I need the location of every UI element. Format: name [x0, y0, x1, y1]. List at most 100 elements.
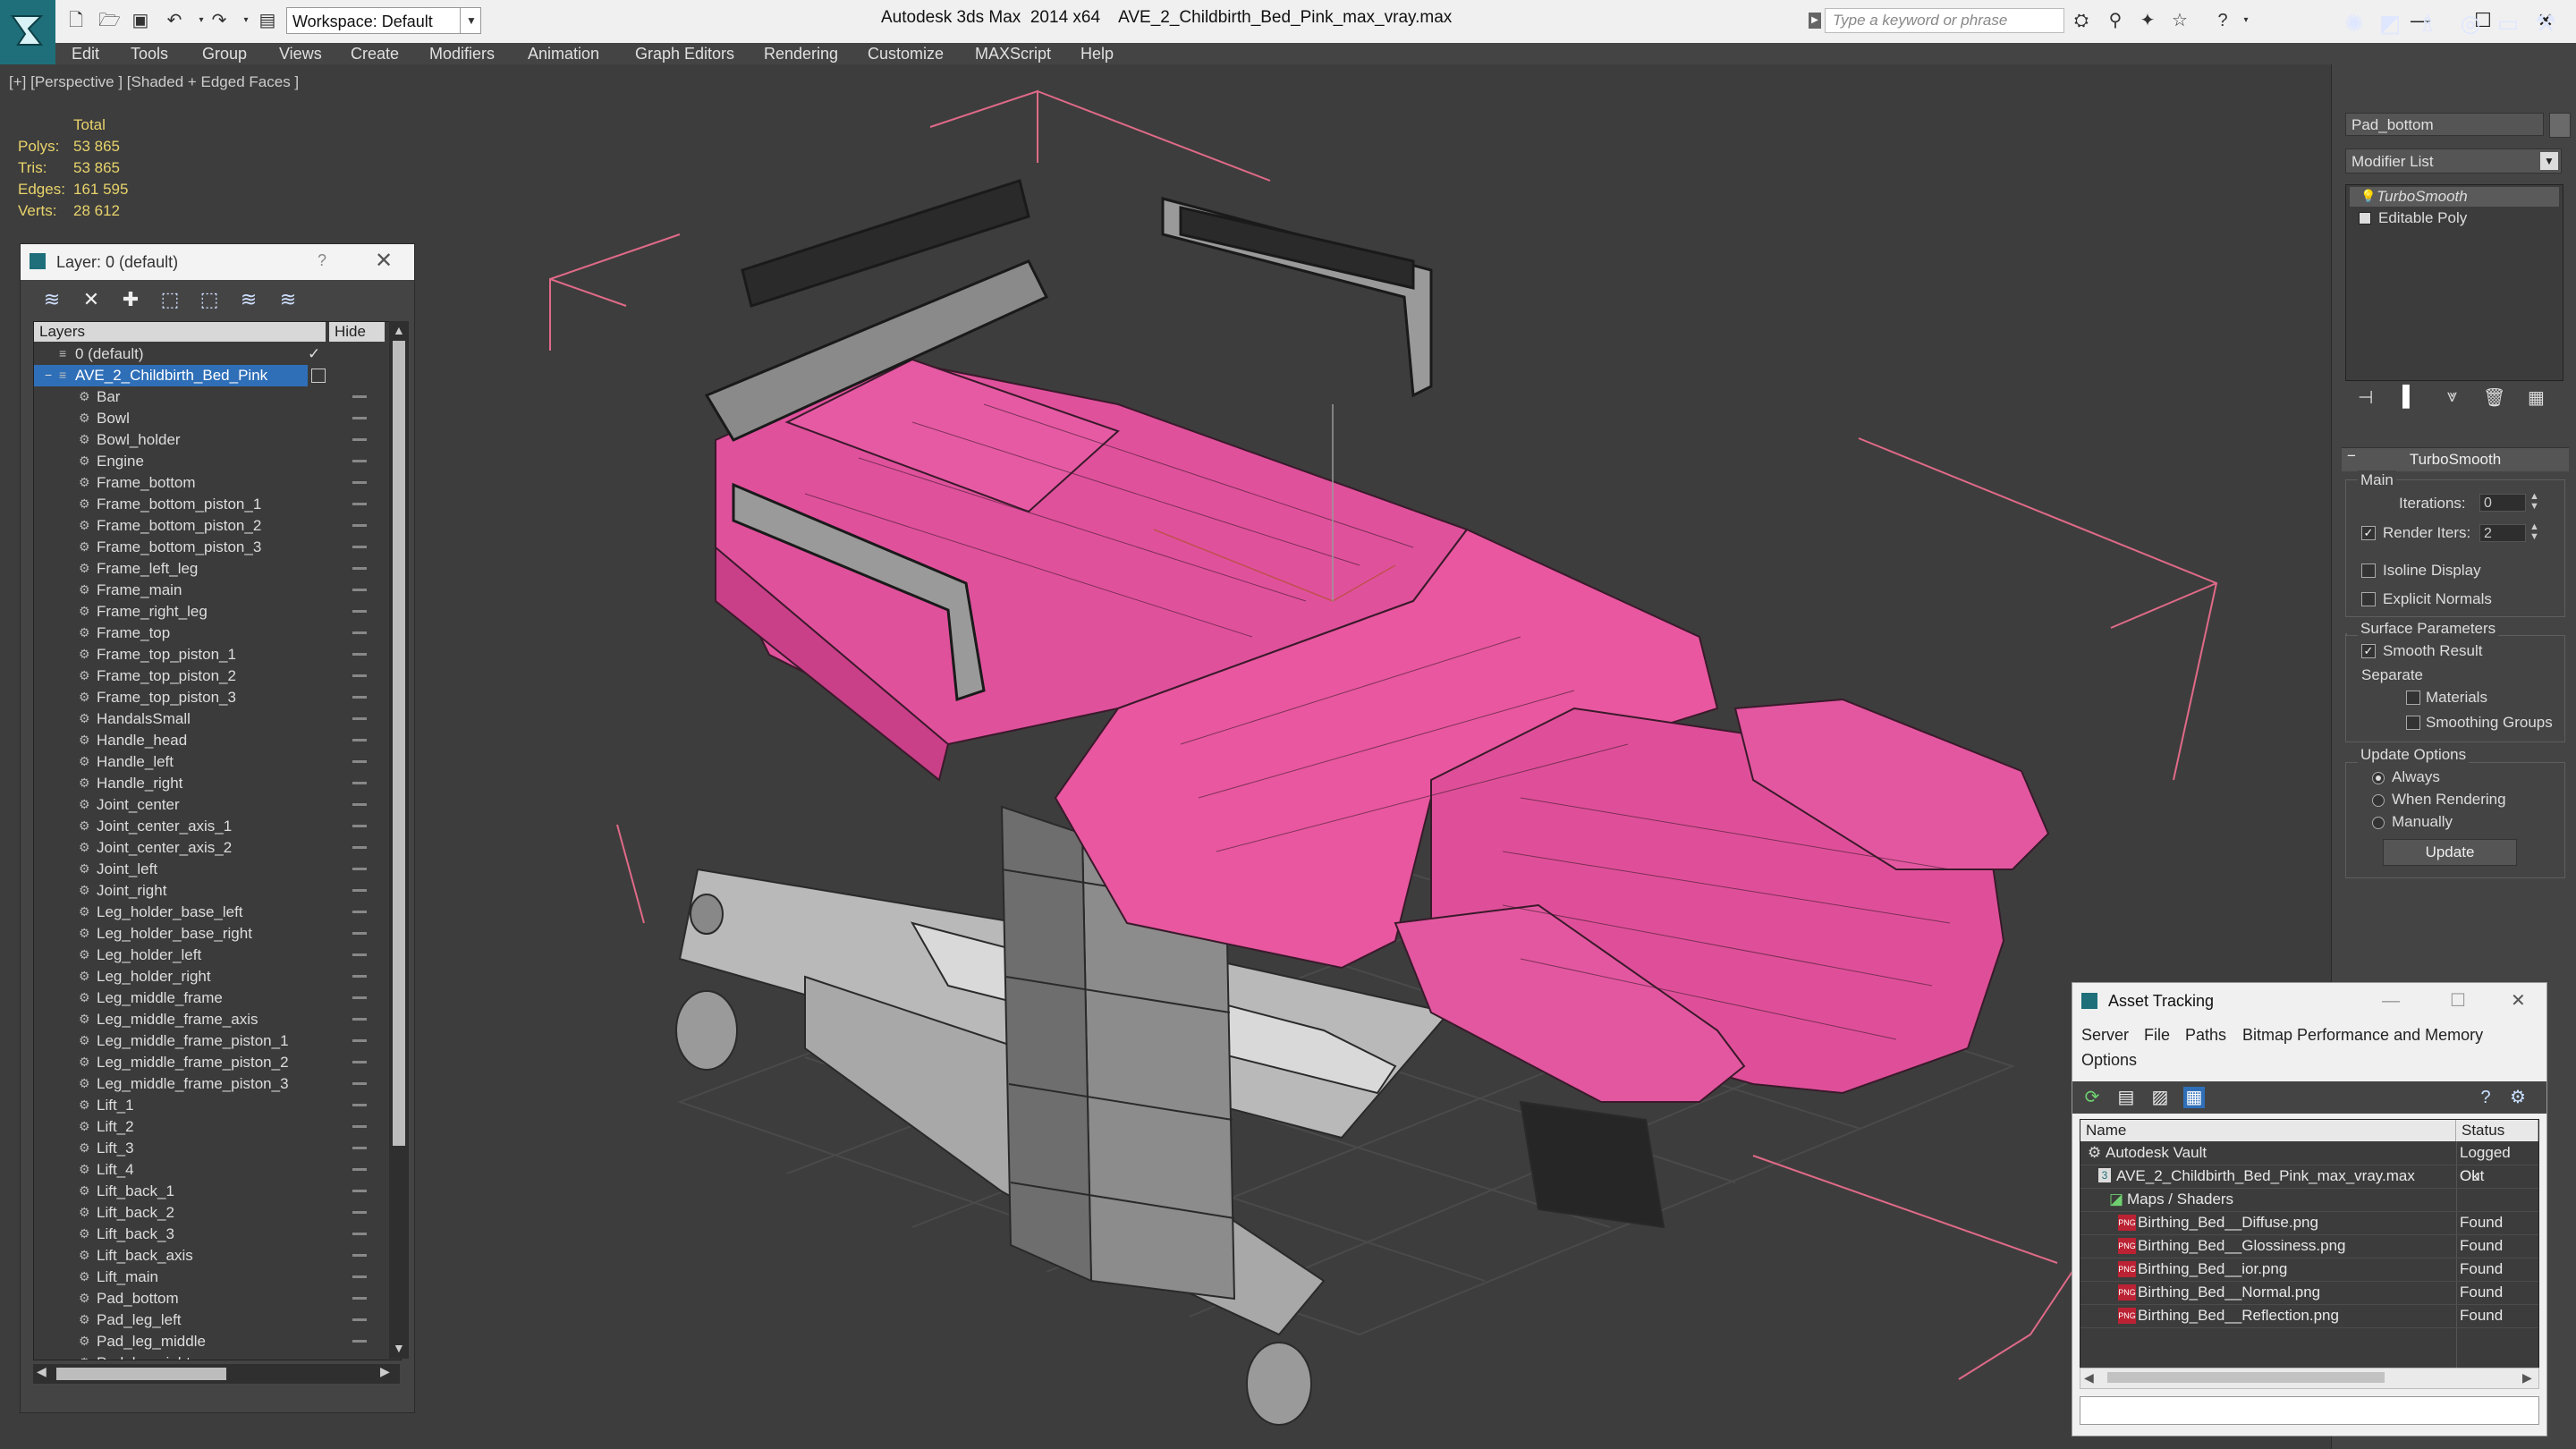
motion-tab-icon[interactable]: ◎	[2454, 9, 2487, 38]
hide-toggle[interactable]	[352, 1168, 367, 1171]
menu-server[interactable]: Server	[2081, 1026, 2129, 1045]
scrollbar-thumb[interactable]	[393, 341, 405, 1146]
hide-toggle[interactable]	[352, 953, 367, 956]
redo-dropdown-icon[interactable]: ▾	[236, 11, 256, 30]
minimize-button[interactable]: —	[2382, 983, 2400, 1019]
workspace-dropdown[interactable]: Workspace: Default	[286, 7, 481, 34]
layer-object-row[interactable]: ⚙ Lift_back_1	[34, 1181, 367, 1202]
hide-toggle[interactable]	[352, 760, 367, 763]
layer-object-row[interactable]: ⚙ Leg_middle_frame	[34, 987, 367, 1009]
layer-object-row[interactable]: ⚙ Engine	[34, 451, 367, 472]
layer-object-row[interactable]: ⚙ Leg_middle_frame_piston_1	[34, 1030, 367, 1052]
object-name-field[interactable]: Pad_bottom	[2345, 113, 2544, 136]
menu-views[interactable]: Views	[279, 45, 322, 64]
menu-bitmap-performance[interactable]: Bitmap Performance and Memory	[2242, 1026, 2483, 1045]
settings-icon[interactable]: ⚙	[2507, 1087, 2529, 1108]
layer-row-active[interactable]: − ≡ AVE_2_Childbirth_Bed_Pink	[34, 365, 308, 386]
spinner-arrows-icon[interactable]: ▲ ▼	[2529, 492, 2539, 512]
binoculars-icon[interactable]: ⛭	[2072, 11, 2091, 30]
help-icon[interactable]: ?	[2213, 11, 2233, 30]
layer-object-row[interactable]: ⚙ Joint_center	[34, 794, 367, 816]
hide-toggle[interactable]	[352, 546, 367, 548]
thumbnail-view-icon[interactable]: ▨	[2149, 1087, 2171, 1108]
communication-center-icon[interactable]: ✦	[2138, 11, 2157, 30]
asset-row[interactable]: PNG Birthing_Bed__Diffuse.png Found	[2080, 1211, 2538, 1235]
layer-object-row[interactable]: ⚙ Joint_center_axis_1	[34, 816, 367, 837]
menu-maxscript[interactable]: MAXScript	[975, 45, 1051, 64]
layer-object-row[interactable]: ⚙ Frame_top	[34, 623, 367, 644]
layer-object-row[interactable]: ⚙ Lift_back_axis	[34, 1245, 367, 1267]
lightbulb-icon[interactable]: 💡	[2360, 189, 2376, 204]
render-iters-checkbox[interactable]: ✓	[2361, 526, 2376, 540]
rollout-collapse-icon[interactable]: −	[2347, 447, 2356, 465]
explicit-normals-checkbox[interactable]	[2361, 592, 2376, 606]
viewport-label[interactable]: [+] [Perspective ] [Shaded + Edged Faces…	[9, 73, 299, 91]
hide-toggle[interactable]	[352, 803, 367, 806]
chevron-down-icon[interactable]: ▼	[2540, 152, 2558, 170]
scroll-left-icon[interactable]: ◀	[37, 1364, 47, 1379]
menu-rendering[interactable]: Rendering	[764, 45, 838, 64]
expand-icon[interactable]	[2359, 212, 2371, 225]
remove-modifier-icon[interactable]: 🗑	[2483, 386, 2505, 409]
layer-object-row[interactable]: ⚙ HandalsSmall	[34, 708, 367, 730]
update-button[interactable]: Update	[2383, 839, 2517, 866]
modifier-stack[interactable]: TurboSmooth 💡 Editable Poly	[2345, 184, 2563, 381]
asset-row[interactable]: PNG Birthing_Bed__Reflection.png Found	[2080, 1304, 2538, 1328]
menu-group[interactable]: Group	[202, 45, 247, 64]
layer-object-row[interactable]: ⚙ Frame_bottom_piston_2	[34, 515, 367, 537]
stack-item-editable-poly[interactable]: Editable Poly	[2350, 208, 2559, 228]
modify-tab-icon[interactable]: ◩	[2374, 9, 2406, 38]
layer-object-row[interactable]: ⚙ Pad_leg_left	[34, 1309, 367, 1331]
favorites-star-icon[interactable]: ☆	[2170, 11, 2190, 30]
layer-object-row[interactable]: ⚙ Frame_top_piston_3	[34, 687, 367, 708]
layer-panel-titlebar[interactable]: Layer: 0 (default) ? ✕	[21, 244, 414, 280]
render-iters-spinner[interactable]: 2	[2479, 524, 2526, 542]
hide-toggle[interactable]	[352, 825, 367, 827]
hide-toggle[interactable]	[352, 717, 367, 720]
chevron-down-icon[interactable]: ▼	[460, 7, 482, 34]
manually-radio[interactable]	[2372, 817, 2385, 829]
hide-toggle[interactable]	[352, 674, 367, 677]
materials-checkbox[interactable]	[2406, 691, 2420, 705]
hide-toggle[interactable]	[352, 782, 367, 784]
hide-toggle[interactable]	[352, 739, 367, 741]
menu-file[interactable]: File	[2144, 1026, 2170, 1045]
asset-row[interactable]: PNG Birthing_Bed__Glossiness.png Found	[2080, 1234, 2538, 1258]
utilities-tab-icon[interactable]: ⚒	[2529, 9, 2562, 38]
layer-object-row[interactable]: ⚙ Handle_left	[34, 751, 367, 773]
layer-object-row[interactable]: ⚙ Frame_top_piston_1	[34, 644, 367, 665]
stack-item-turbosmooth[interactable]: TurboSmooth	[2350, 187, 2559, 207]
layer-object-row[interactable]: ⚙ Joint_right	[34, 880, 367, 902]
menu-customize[interactable]: Customize	[868, 45, 944, 64]
asset-table[interactable]: Name Status ⚙ Autodesk Vault Logged Out 3 AV…	[2080, 1119, 2539, 1380]
maximize-button[interactable]: ☐	[2450, 983, 2466, 1019]
configure-sets-icon[interactable]: ▦	[2528, 386, 2545, 409]
hide-toggle[interactable]	[352, 610, 367, 613]
open-file-icon[interactable]: 🗁	[98, 11, 121, 30]
hide-toggle[interactable]	[352, 653, 367, 656]
menu-edit[interactable]: Edit	[72, 45, 99, 64]
app-logo[interactable]	[0, 0, 55, 64]
hide-toggle[interactable]	[352, 503, 367, 505]
scroll-right-icon[interactable]: ▶	[380, 1364, 390, 1379]
layer-object-row[interactable]: ⚙ Joint_center_axis_2	[34, 837, 367, 859]
object-color-swatch[interactable]	[2549, 113, 2571, 138]
layer-object-row[interactable]: ⚙ Frame_bottom_piston_3	[34, 537, 367, 558]
close-icon[interactable]: ✕	[2511, 983, 2526, 1019]
hide-toggle[interactable]	[352, 1275, 367, 1278]
hide-toggle[interactable]	[352, 395, 367, 398]
menu-graph-editors[interactable]: Graph Editors	[635, 45, 734, 64]
layer-object-row[interactable]: ⚙ Pad_leg_right	[34, 1352, 365, 1360]
hide-toggle[interactable]	[352, 846, 367, 849]
layer-object-row[interactable]: ⚙ Bar	[34, 386, 367, 408]
horizontal-scrollbar[interactable]: ◀ ▶	[2080, 1368, 2539, 1389]
table-view-icon[interactable]: ▦	[2183, 1087, 2205, 1108]
turbosmooth-rollout-header[interactable]: TurboSmooth	[2342, 447, 2569, 471]
create-layer-icon[interactable]: ≋	[40, 289, 64, 310]
layer-object-row[interactable]: ⚙ Leg_holder_base_left	[34, 902, 367, 923]
layer-object-row[interactable]: ⚙ Pad_bottom	[34, 1288, 367, 1309]
hide-toggle[interactable]	[352, 911, 367, 913]
hide-toggle[interactable]	[352, 1082, 367, 1085]
redo-icon[interactable]: ↷	[209, 11, 229, 30]
when-rendering-radio[interactable]	[2372, 794, 2385, 807]
